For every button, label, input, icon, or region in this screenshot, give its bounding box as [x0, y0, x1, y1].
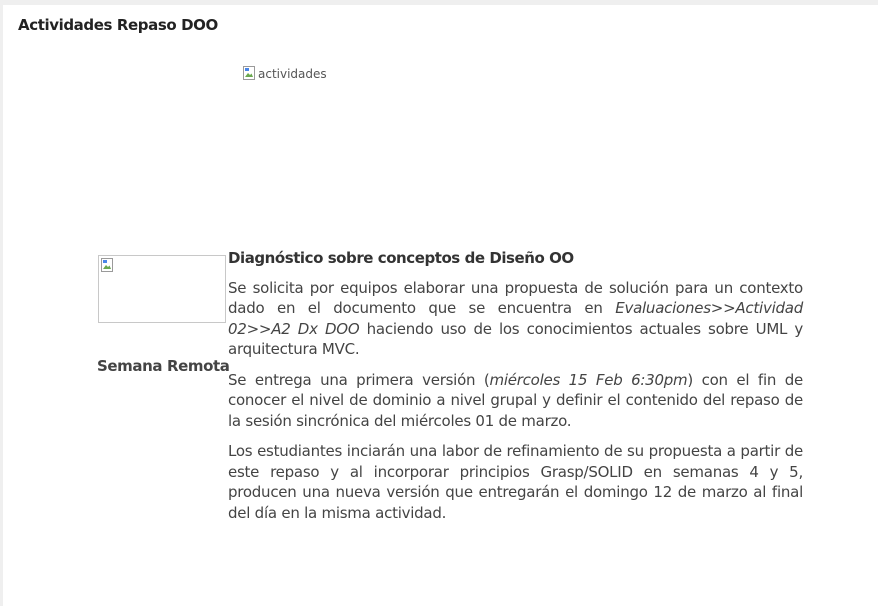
emphasis-date: miércoles 15 Feb 6:30pm — [489, 370, 688, 389]
broken-image-icon — [101, 258, 115, 273]
activity-paragraph-2: Se entrega una primera versión (miércole… — [228, 370, 803, 432]
broken-image-icon — [243, 66, 257, 81]
activity-paragraph-3: Los estudiantes inciarán una labor de re… — [228, 442, 803, 522]
week-thumbnail — [98, 255, 226, 323]
text-span: Se entrega una primera versión ( — [228, 370, 490, 389]
activity-heading: Diagnóstico sobre conceptos de Diseño OO — [228, 249, 574, 267]
activities-image: actividades — [243, 66, 327, 81]
page-title: Actividades Repaso DOO — [18, 16, 218, 34]
week-label: Semana Remota — [97, 357, 230, 375]
activities-image-alt: actividades — [258, 66, 327, 81]
activity-description: Diagnóstico sobre conceptos de Diseño OO… — [228, 248, 803, 533]
content-panel: Actividades Repaso DOO actividades Seman… — [3, 5, 878, 606]
activity-paragraph-1: Se solicita por equipos elaborar una pro… — [228, 278, 803, 360]
